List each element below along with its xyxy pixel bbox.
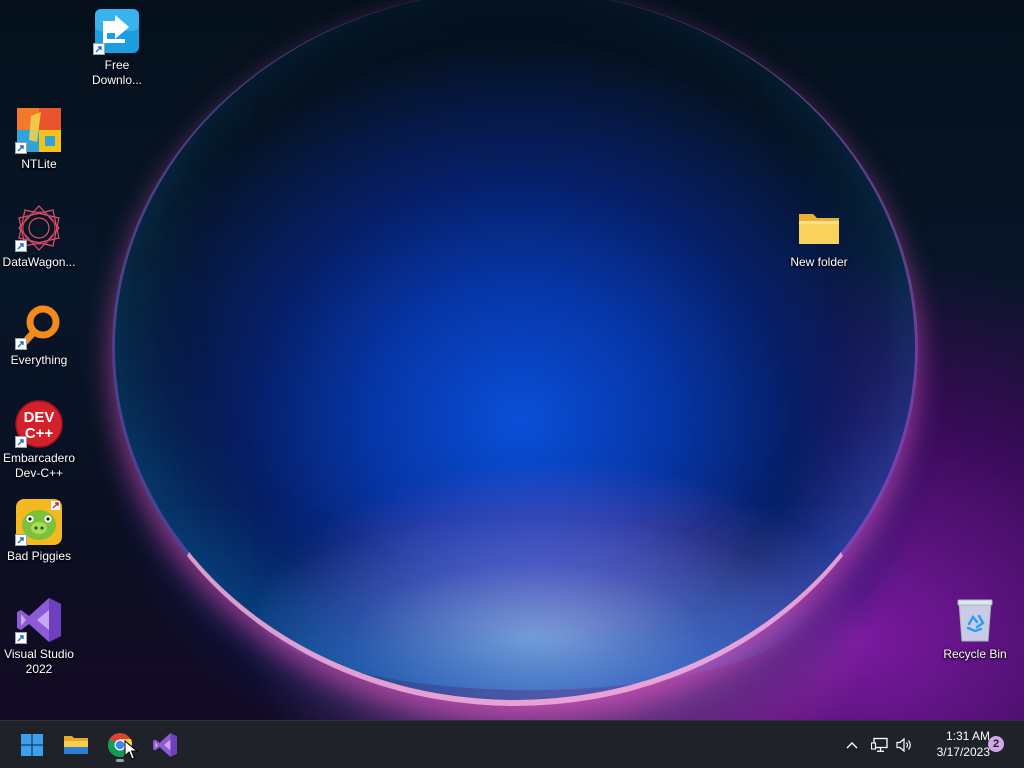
recycle-bin-icon	[951, 596, 999, 644]
taskbar-chrome[interactable]	[100, 727, 140, 763]
volume-icon	[896, 737, 911, 753]
desktop-background[interactable]: Free Downlo... NTLite DataWagon... Every…	[0, 0, 1024, 720]
taskbar-file-explorer[interactable]	[56, 727, 96, 763]
desktop-icon-new-folder[interactable]: New folder	[781, 204, 857, 270]
chrome-icon	[107, 733, 133, 758]
desktop-icon-label: Everything	[10, 353, 68, 367]
datawagon-icon	[15, 204, 63, 252]
shortcut-arrow-icon	[15, 534, 27, 546]
desktop-icon-label: Visual Studio 2022	[4, 647, 74, 676]
devcpp-text-bottom: C++	[25, 425, 54, 442]
folder-icon	[795, 204, 843, 252]
desktop-icon-label: New folder	[790, 255, 848, 269]
desktop-icon-devcpp[interactable]: DEV C++ Embarcadero Dev-C++	[1, 400, 77, 481]
desktop-icon-visual-studio[interactable]: Visual Studio 2022	[1, 596, 77, 677]
taskbar-visual-studio[interactable]	[145, 727, 185, 763]
chevron-up-icon	[846, 742, 858, 749]
show-hidden-icons-button[interactable]	[838, 727, 866, 763]
desktop-icon-everything[interactable]: Everything	[1, 302, 77, 368]
file-explorer-icon	[64, 736, 88, 754]
desktop-icon-recycle-bin[interactable]: Recycle Bin	[937, 596, 1013, 662]
devcpp-text-top: DEV	[24, 409, 55, 426]
shortcut-arrow-icon	[15, 632, 27, 644]
clock-date: 3/17/2023	[936, 745, 990, 759]
desktop-icon-label: DataWagon...	[2, 255, 76, 269]
volume-button[interactable]	[890, 727, 918, 763]
running-indicator	[116, 759, 124, 762]
clock-time: 1:31 AM	[945, 729, 990, 743]
desktop-icon-ntlite[interactable]: NTLite	[1, 106, 77, 172]
shortcut-arrow-icon	[15, 240, 27, 252]
shortcut-arrow-icon	[93, 43, 105, 55]
desktop-icon-label: Bad Piggies	[6, 549, 72, 563]
desktop-icon-free-download-manager[interactable]: Free Downlo...	[79, 7, 155, 88]
network-icon	[871, 737, 888, 752]
desktop-icon-label: Embarcadero Dev-C++	[2, 451, 76, 480]
shortcut-arrow-icon	[15, 142, 27, 154]
devcpp-icon: DEV C++	[15, 400, 63, 448]
desktop-icon-label: Free Downlo...	[91, 58, 143, 87]
desktop-icon-bad-piggies[interactable]: Bad Piggies	[1, 498, 77, 564]
free-download-manager-icon	[93, 7, 141, 55]
visual-studio-icon	[153, 733, 177, 757]
ntlite-icon	[15, 106, 63, 154]
desktop-icon-label: NTLite	[21, 157, 57, 171]
shortcut-arrow-icon	[15, 338, 27, 350]
shortcut-arrow-icon	[15, 436, 27, 448]
everything-search-icon	[15, 302, 63, 350]
wallpaper-glow	[250, 520, 810, 690]
wallpaper-bloom	[112, 0, 918, 706]
clock[interactable]: 1:31 AM 3/17/2023	[920, 728, 990, 760]
start-icon	[21, 734, 43, 756]
start-button[interactable]	[12, 727, 52, 763]
notification-badge[interactable]: 2	[988, 736, 1004, 752]
visual-studio-icon	[15, 596, 63, 644]
bad-piggies-icon	[15, 498, 63, 546]
desktop-icon-datawagon[interactable]: DataWagon...	[1, 204, 77, 270]
taskbar: 1:31 AM 3/17/2023	[0, 720, 1024, 768]
desktop-icon-label: Recycle Bin	[943, 647, 1007, 661]
